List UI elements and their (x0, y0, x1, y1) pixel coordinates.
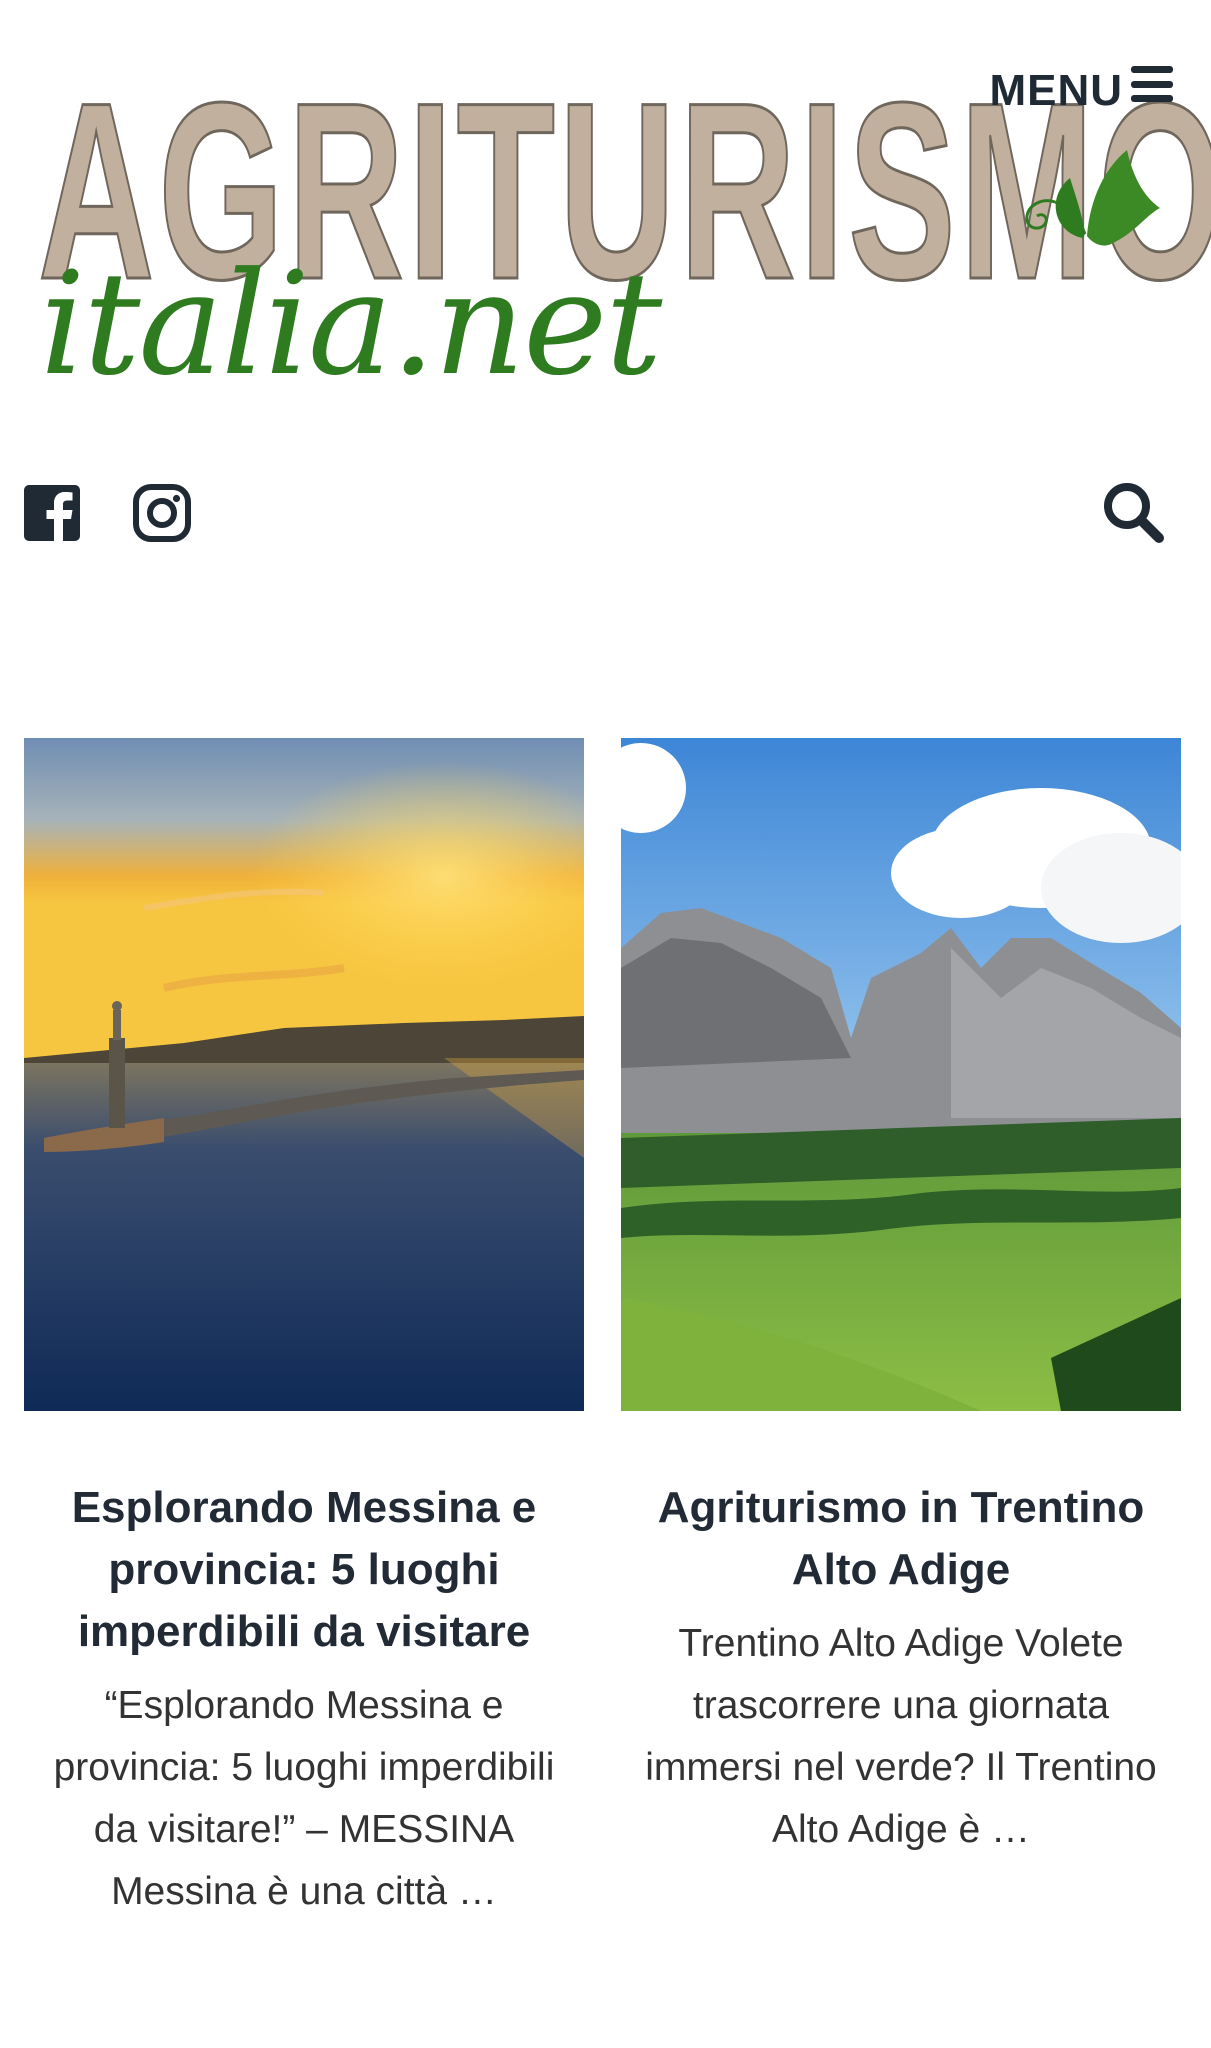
logo-subtitle: italia.net (40, 242, 662, 407)
social-links (22, 483, 192, 543)
instagram-icon[interactable] (132, 483, 192, 543)
menu-button[interactable]: MENU (989, 66, 1173, 116)
article-list: Esplorando Messina e provincia: 5 luoghi… (24, 738, 1181, 1923)
facebook-icon[interactable] (22, 483, 82, 543)
menu-label: MENU (989, 66, 1123, 115)
article-excerpt: Trentino Alto Adige Volete trascorrere u… (645, 1622, 1157, 1851)
site-logo[interactable]: AGRITURISMO italia.net (30, 56, 1211, 396)
search-icon[interactable] (1100, 479, 1166, 545)
hamburger-icon (1131, 66, 1173, 102)
article-title[interactable]: Esplorando Messina e provincia: 5 luoghi… (44, 1477, 564, 1663)
butterfly-icon (1025, 150, 1160, 246)
article-excerpt: “Esplorando Messina e provincia: 5 luogh… (53, 1684, 555, 1913)
article-image-dolomites[interactable] (621, 738, 1181, 1411)
article-image-messina[interactable] (24, 738, 584, 1411)
article-card: Agriturismo in Trentino Alto Adige Trent… (621, 738, 1181, 1923)
article-title[interactable]: Agriturismo in Trentino Alto Adige (641, 1477, 1161, 1601)
article-card: Esplorando Messina e provincia: 5 luoghi… (24, 738, 584, 1923)
